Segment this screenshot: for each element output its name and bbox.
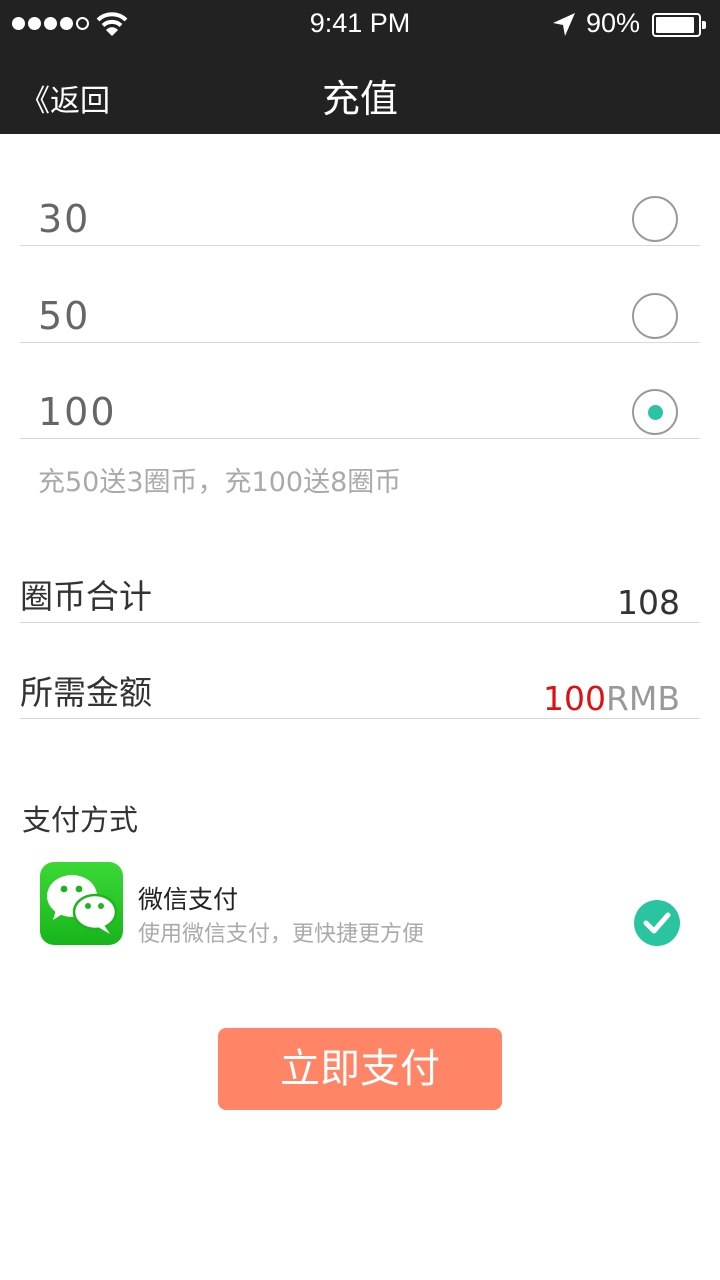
amount-due-label: 所需金额 [20,673,152,712]
option-amount: 100 [38,390,117,434]
recharge-option-30[interactable]: 30 [20,150,700,246]
battery-percent: 90% [586,8,641,38]
radio-button[interactable] [632,389,678,435]
wechat-pay-description: 使用微信支付，更快捷更方便 [138,922,425,947]
radio-button[interactable] [632,196,678,242]
amount-due-row: 所需金额 100RMB [20,663,700,719]
amount-due-unit: RMB [605,679,680,718]
coin-total-value: 108 [617,583,680,622]
coin-total-label: 圈币合计 [20,577,152,616]
option-amount: 50 [38,294,91,338]
wechat-pay-name: 微信支付 [138,885,239,914]
pay-now-button[interactable]: 立即支付 [218,1028,502,1110]
checkmark-icon[interactable] [634,900,680,946]
page-title: 充值 [321,77,398,121]
payment-method-label: 支付方式 [22,803,139,837]
wechat-logo-icon [40,862,123,945]
status-bar: 9:41 PM 90% [0,0,720,50]
battery-icon [652,13,706,37]
promo-text: 充50送3圈币，充100送8圈币 [38,467,402,498]
option-amount: 30 [38,197,91,241]
nav-bar: 《返回 充值 [0,50,720,134]
recharge-option-100[interactable]: 100 [20,343,700,439]
coin-total-row: 圈币合计 108 [20,567,700,623]
recharge-option-50[interactable]: 50 [20,247,700,343]
radio-button[interactable] [632,293,678,339]
amount-due-number: 100 [542,679,606,718]
wechat-pay-option[interactable]: 微信支付 使用微信支付，更快捷更方便 [40,862,700,947]
amount-due-value: 100RMB [543,679,680,718]
location-arrow-icon [553,13,575,36]
